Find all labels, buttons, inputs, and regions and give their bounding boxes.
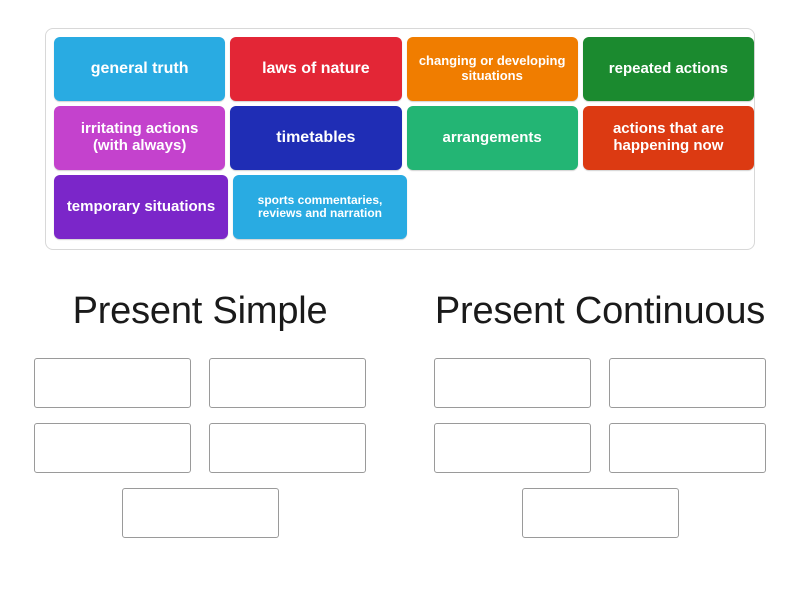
column-present-simple xyxy=(0,358,400,538)
drop-zone-row xyxy=(121,488,279,538)
tile-row: temporary situations sports commentaries… xyxy=(54,175,754,239)
tile-timetables[interactable]: timetables xyxy=(230,106,402,170)
drop-zone[interactable] xyxy=(34,423,191,473)
drop-zone[interactable] xyxy=(434,358,591,408)
tile-actions-happening-now[interactable]: actions that are happening now xyxy=(582,106,754,170)
tile-label: actions that are happening now xyxy=(612,120,724,154)
drop-zone-row xyxy=(434,423,766,473)
tile-label: laws of nature xyxy=(262,60,370,78)
tile-label-emphasis: always xyxy=(132,137,182,154)
tile-repeated-actions[interactable]: repeated actions xyxy=(582,37,754,101)
tile-label: repeated actions xyxy=(608,59,728,77)
drop-zone[interactable] xyxy=(609,358,766,408)
tile-label: sports commentaries, reviews and narrati… xyxy=(257,192,383,220)
tile-changing-developing-situations[interactable]: changing or developing situations xyxy=(406,37,578,101)
tile-label-line1: irritating actions xyxy=(80,120,199,138)
column-headings: Present Simple Present Continuous xyxy=(0,292,800,330)
drop-zone[interactable] xyxy=(521,488,679,538)
tile-row: general truth laws of nature changing or… xyxy=(54,37,754,101)
drop-zone[interactable] xyxy=(209,358,366,408)
heading-present-simple: Present Simple xyxy=(72,290,328,332)
column-present-continuous xyxy=(400,358,800,538)
tile-label: temporary situations xyxy=(66,197,216,215)
drop-zone-area xyxy=(0,358,800,538)
tile-row: irritating actions (with always) timetab… xyxy=(54,106,754,170)
drop-zone[interactable] xyxy=(34,358,191,408)
tile-label-line2-suffix: ) xyxy=(181,137,187,154)
tile-label-line2-prefix: (with xyxy=(92,137,133,154)
tile-general-truth[interactable]: general truth xyxy=(54,37,226,101)
drop-zone-row xyxy=(34,423,366,473)
tile-label: general truth xyxy=(90,60,189,78)
tile-laws-of-nature[interactable]: laws of nature xyxy=(230,37,402,101)
tile-label: arrangements xyxy=(442,128,542,146)
drop-zone[interactable] xyxy=(434,423,591,473)
tile-temporary-situations[interactable]: temporary situations xyxy=(54,175,228,239)
tile-label: changing or developing situations xyxy=(418,53,566,83)
drop-zone-row xyxy=(521,488,679,538)
drop-zone-row xyxy=(434,358,766,408)
tile-label: irritating actions (with always) xyxy=(80,120,199,155)
tile-label: timetables xyxy=(276,129,356,147)
drop-zone[interactable] xyxy=(209,423,366,473)
tile-rows: general truth laws of nature changing or… xyxy=(54,37,754,239)
drop-zone-row xyxy=(34,358,366,408)
heading-present-continuous: Present Continuous xyxy=(434,290,766,332)
tile-arrangements[interactable]: arrangements xyxy=(406,106,578,170)
tile-sports-commentaries[interactable]: sports commentaries, reviews and narrati… xyxy=(233,175,407,239)
answer-tile-bank: general truth laws of nature changing or… xyxy=(45,28,755,250)
drop-zone[interactable] xyxy=(121,488,279,538)
group-sort-activity: general truth laws of nature changing or… xyxy=(0,0,800,600)
tile-irritating-actions[interactable]: irritating actions (with always) xyxy=(54,106,226,170)
drop-zone[interactable] xyxy=(609,423,766,473)
